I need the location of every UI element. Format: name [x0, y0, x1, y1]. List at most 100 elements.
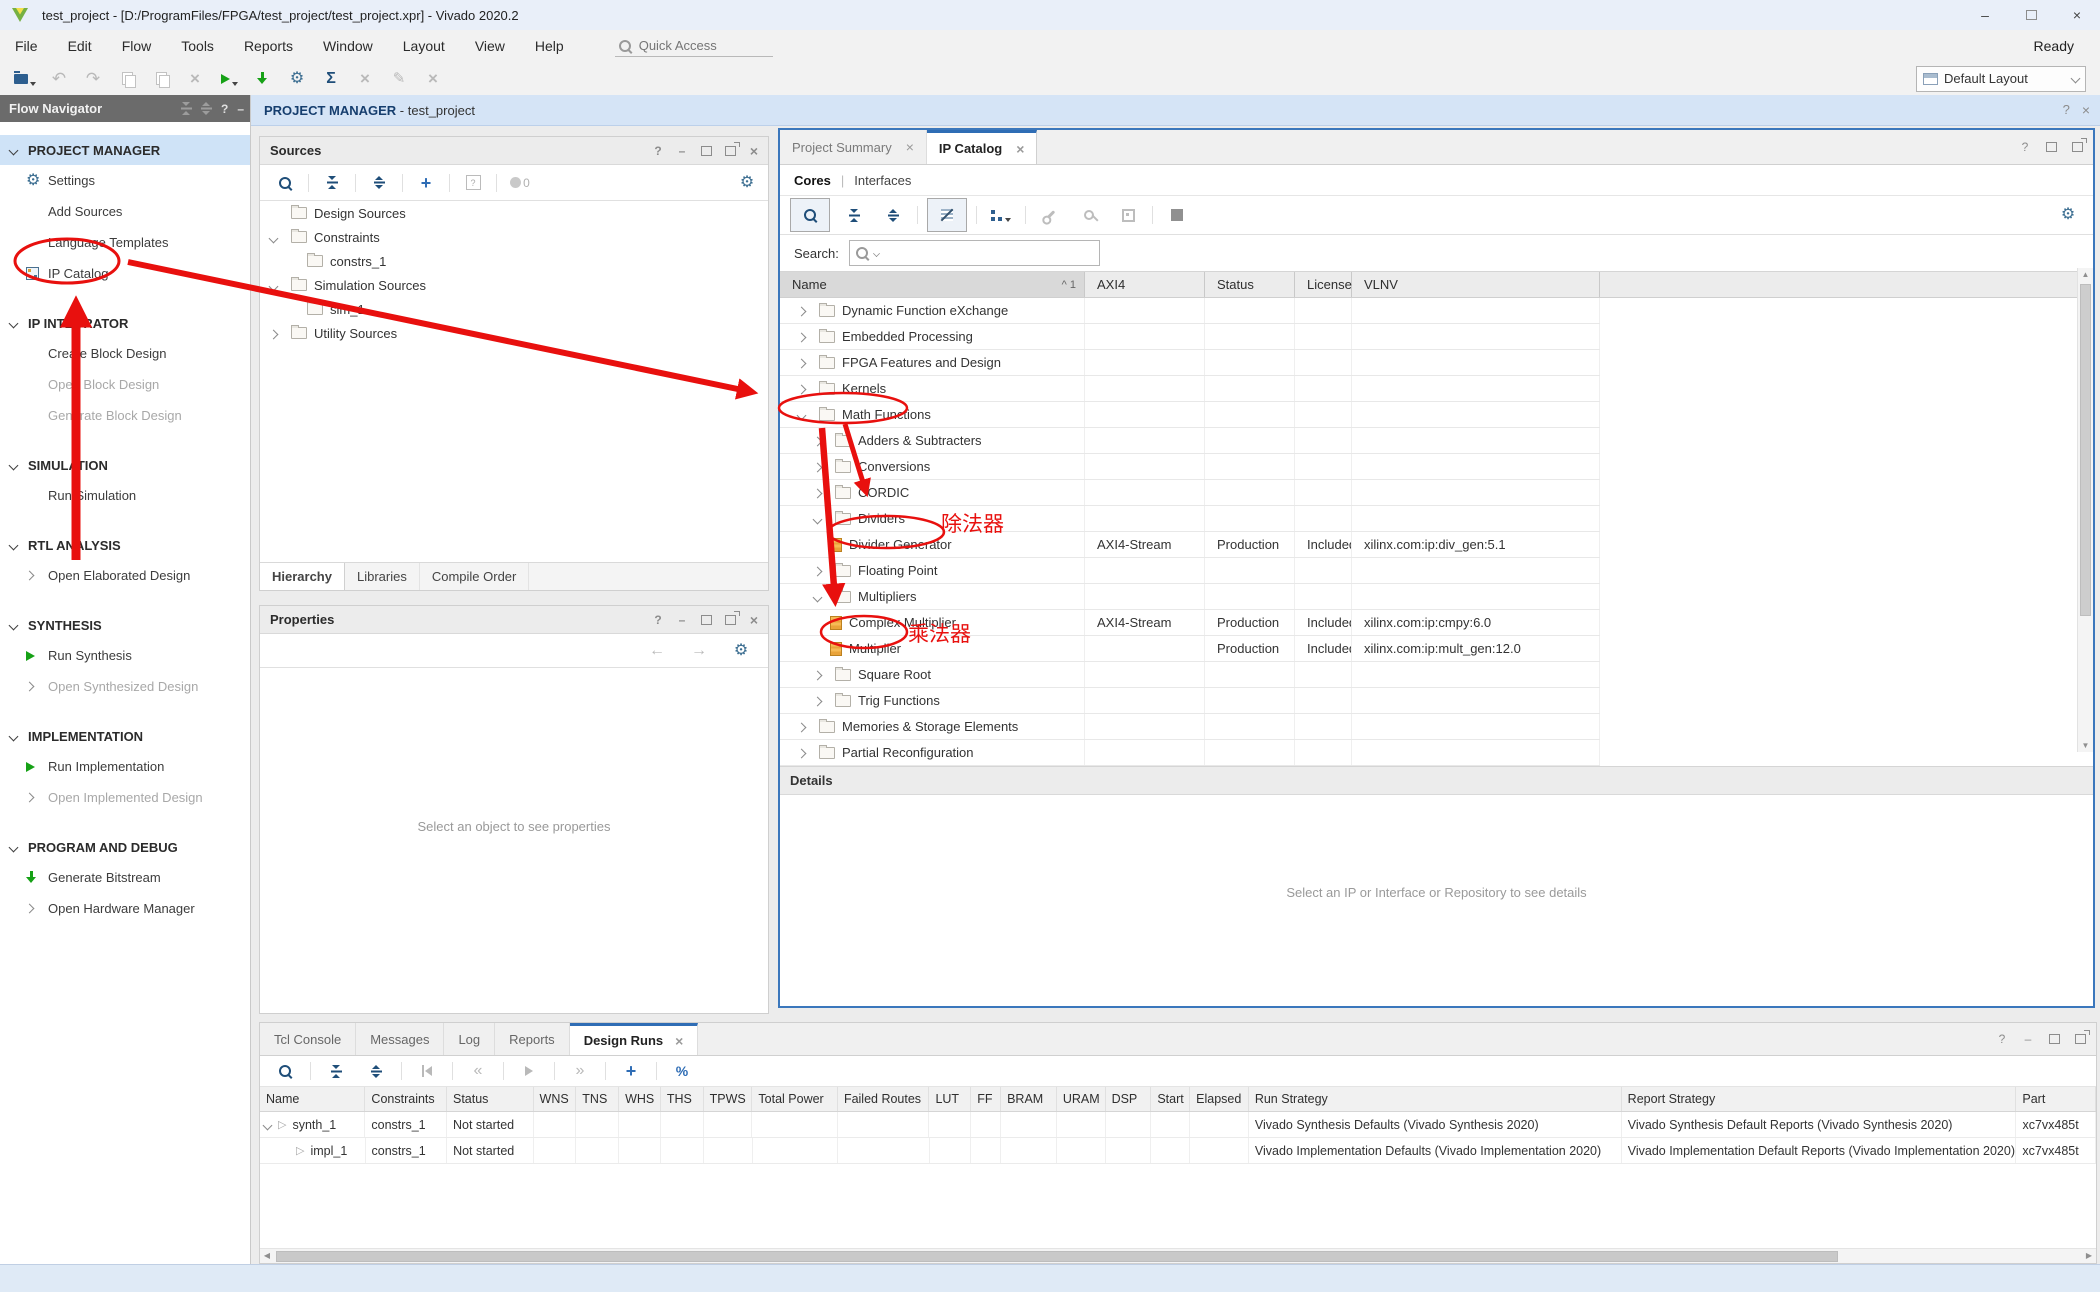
tab-hierarchy[interactable]: Hierarchy: [260, 563, 345, 590]
ip-row-multiplier[interactable]: MultiplierProductionIncludedxilinx.com:i…: [780, 636, 1600, 662]
source-item-utility-sources[interactable]: Utility Sources: [260, 321, 768, 345]
expand-all-icon[interactable]: [878, 202, 908, 228]
close-icon[interactable]: [746, 143, 762, 159]
run-row-synth-1[interactable]: ▷synth_1constrs_1Not startedVivado Synth…: [260, 1112, 2096, 1138]
scroll-left-icon[interactable]: ◀: [260, 1249, 274, 1262]
source-item-design-sources[interactable]: Design Sources: [260, 201, 768, 225]
source-item-constrs-1[interactable]: constrs_1: [260, 249, 768, 273]
minimize-window-button[interactable]: [1962, 0, 2008, 30]
ip-search-input[interactable]: [885, 245, 1079, 262]
edit-icon[interactable]: ✎: [384, 66, 414, 92]
search-icon[interactable]: [790, 198, 830, 232]
subtab-interfaces[interactable]: Interfaces: [854, 173, 911, 188]
license-key-icon[interactable]: [1074, 202, 1104, 228]
paste-icon[interactable]: [146, 66, 176, 92]
quick-access-box[interactable]: [615, 35, 773, 57]
float-icon[interactable]: [2069, 139, 2085, 155]
info-icon[interactable]: [1162, 202, 1192, 228]
column-header-start[interactable]: Start: [1151, 1087, 1190, 1111]
column-header-wns[interactable]: WNS: [534, 1087, 577, 1111]
flownav-item-settings[interactable]: ⚙Settings: [0, 165, 250, 196]
layout-selector[interactable]: Default Layout: [1916, 66, 2086, 92]
customize-ip-icon[interactable]: [1035, 202, 1065, 228]
column-header-vlnv[interactable]: VLNV: [1352, 272, 1600, 297]
expand-all-icon[interactable]: [361, 1058, 391, 1084]
menu-edit[interactable]: Edit: [53, 38, 107, 54]
step-first-icon[interactable]: [412, 1058, 442, 1084]
close-window-button[interactable]: [2054, 0, 2100, 30]
scrollbar-thumb[interactable]: [2080, 284, 2091, 616]
flownav-header-ip-integrator[interactable]: IP INTEGRATOR: [0, 308, 250, 338]
menu-reports[interactable]: Reports: [229, 38, 308, 54]
run-row-impl-1[interactable]: ▷impl_1constrs_1Not startedVivado Implem…: [260, 1138, 2096, 1164]
quick-access-input[interactable]: [637, 37, 761, 54]
column-header-status[interactable]: Status: [1205, 272, 1295, 297]
tab-reports[interactable]: Reports: [495, 1023, 570, 1055]
maximize-icon[interactable]: [2046, 1031, 2062, 1047]
flownav-item-open-block-design[interactable]: Open Block Design: [0, 369, 250, 400]
copy-icon[interactable]: [112, 66, 142, 92]
ip-row-cordic[interactable]: CORDIC: [780, 480, 1600, 506]
column-header-whs[interactable]: WHS: [619, 1087, 661, 1111]
close-icon[interactable]: [746, 612, 762, 628]
menu-tools[interactable]: Tools: [166, 38, 229, 54]
close-icon[interactable]: [1016, 141, 1024, 157]
delete-icon[interactable]: ×: [180, 66, 210, 92]
menu-view[interactable]: View: [460, 38, 520, 54]
search-icon[interactable]: [270, 1058, 300, 1084]
column-header-tpws[interactable]: TPWS: [704, 1087, 753, 1111]
flownav-header-synthesis[interactable]: SYNTHESIS: [0, 610, 250, 640]
forward-icon[interactable]: →: [684, 638, 714, 664]
column-header-elapsed[interactable]: Elapsed: [1190, 1087, 1249, 1111]
column-header-constraints[interactable]: Constraints: [365, 1087, 447, 1111]
menu-layout[interactable]: Layout: [388, 38, 460, 54]
tab-design-runs[interactable]: Design Runs: [570, 1023, 699, 1055]
ip-row-conversions[interactable]: Conversions: [780, 454, 1600, 480]
horizontal-scrollbar[interactable]: ◀ ▶: [260, 1248, 2096, 1263]
report-icon[interactable]: Σ: [316, 66, 346, 92]
settings-icon[interactable]: ⚙: [2053, 202, 2083, 228]
minimize-icon[interactable]: [237, 102, 244, 116]
source-item-simulation-sources[interactable]: Simulation Sources: [260, 273, 768, 297]
group-by-icon[interactable]: [986, 202, 1016, 228]
flownav-item-language-templates[interactable]: Language Templates: [0, 227, 250, 258]
redo-icon[interactable]: ↷: [78, 66, 108, 92]
ip-row-adders-subtracters[interactable]: Adders & Subtracters: [780, 428, 1600, 454]
source-item-constraints[interactable]: Constraints: [260, 225, 768, 249]
float-icon[interactable]: [2072, 1031, 2088, 1047]
ip-row-dividers[interactable]: Dividers: [780, 506, 1600, 532]
resume-icon[interactable]: [514, 1058, 544, 1084]
ip-row-multipliers[interactable]: Multipliers: [780, 584, 1600, 610]
percent-icon[interactable]: %: [667, 1058, 697, 1084]
column-header-name[interactable]: Name: [260, 1087, 365, 1111]
settings-icon[interactable]: ⚙: [282, 66, 312, 92]
abort-icon[interactable]: ×: [350, 66, 380, 92]
ip-row-memories-storage-elements[interactable]: Memories & Storage Elements: [780, 714, 1600, 740]
tab-ip-catalog[interactable]: IP Catalog: [927, 130, 1038, 164]
help-icon[interactable]: [2063, 102, 2070, 118]
search-icon[interactable]: [270, 170, 300, 196]
tab-project-summary[interactable]: Project Summary: [780, 130, 927, 164]
column-header-run-strategy[interactable]: Run Strategy: [1249, 1087, 1622, 1111]
ip-row-math-functions[interactable]: Math Functions: [780, 402, 1600, 428]
ip-row-square-root[interactable]: Square Root: [780, 662, 1600, 688]
flownav-item-create-block-design[interactable]: Create Block Design: [0, 338, 250, 369]
column-header-status[interactable]: Status: [447, 1087, 534, 1111]
column-header-ff[interactable]: FF: [971, 1087, 1001, 1111]
column-header-part[interactable]: Part: [2016, 1087, 2096, 1111]
tab-log[interactable]: Log: [444, 1023, 495, 1055]
run-icon[interactable]: [214, 66, 244, 92]
ip-row-embedded-processing[interactable]: Embedded Processing: [780, 324, 1600, 350]
ip-row-partial-reconfiguration[interactable]: Partial Reconfiguration: [780, 740, 1600, 766]
help-scope-icon[interactable]: ?: [458, 170, 488, 196]
scrollbar-thumb[interactable]: [276, 1251, 1838, 1262]
scroll-up-icon[interactable]: ▲: [2078, 270, 2093, 279]
tab-libraries[interactable]: Libraries: [345, 563, 420, 590]
settings-icon[interactable]: ⚙: [726, 638, 756, 664]
ip-row-divider-generator[interactable]: Divider GeneratorAXI4-StreamProductionIn…: [780, 532, 1600, 558]
maximize-icon[interactable]: [698, 612, 714, 628]
tab-tcl-console[interactable]: Tcl Console: [260, 1023, 356, 1055]
ip-row-complex-multiplier[interactable]: Complex MultiplierAXI4-StreamProductionI…: [780, 610, 1600, 636]
flownav-item-open-hardware-manager[interactable]: Open Hardware Manager: [0, 893, 250, 924]
column-header-report-strategy[interactable]: Report Strategy: [1622, 1087, 2017, 1111]
